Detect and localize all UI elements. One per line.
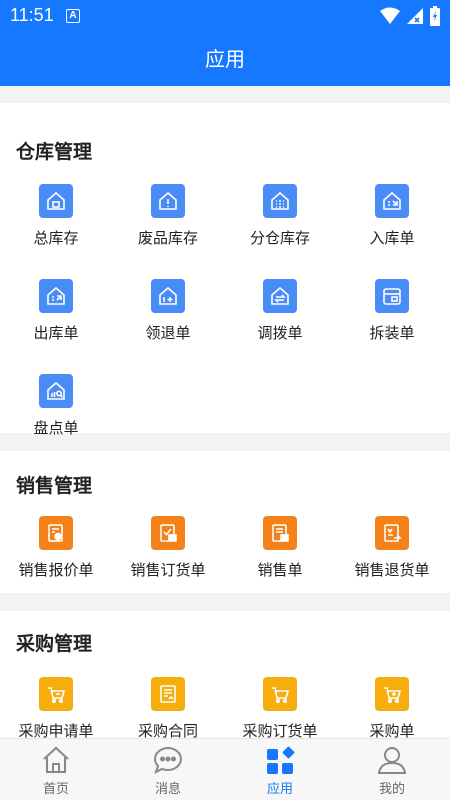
apps-icon: [267, 746, 295, 774]
tab-message[interactable]: 消息: [112, 739, 224, 800]
status-time: 11:51: [10, 5, 54, 25]
grid-item-label: 盘点单: [33, 419, 79, 437]
requisition-return-icon: [151, 279, 185, 313]
warehouse-section: 仓库管理 总库存 废品库存 分仓库存 入库单 出库单 领退单 调拨单 拆装单 盘…: [0, 103, 450, 437]
grid-item-stock-out[interactable]: 出库单: [0, 279, 112, 343]
grid-item-sales-return[interactable]: 销售退货单: [336, 516, 448, 580]
scrap-inventory-icon: [151, 184, 185, 218]
assembly-icon: [375, 279, 409, 313]
grid-item-assembly[interactable]: 拆装单: [336, 279, 448, 343]
bottom-tab-bar: 首页 消息 应用 我的: [0, 738, 450, 800]
signal-icon: [407, 8, 423, 24]
grid-item-label: 销售报价单: [18, 561, 94, 579]
purchase-request-icon: [39, 677, 73, 711]
home-icon: [43, 746, 69, 773]
wifi-icon: [380, 7, 400, 24]
purchase-order-icon: [263, 677, 297, 711]
grid-item-label: 采购单: [369, 722, 415, 738]
transfer-icon: [263, 279, 297, 313]
grid-item-label: 采购订货单: [242, 722, 318, 738]
tab-label: 消息: [154, 782, 181, 797]
tab-profile[interactable]: 我的: [336, 739, 448, 800]
sales-quote-icon: [39, 516, 73, 550]
grid-item-sales-slip[interactable]: 销售单: [224, 516, 336, 580]
purchase-contract-icon: [151, 677, 185, 711]
sales-section-title: 销售管理: [16, 475, 93, 497]
grid-item-label: 总库存: [33, 229, 79, 247]
total-inventory-icon: [39, 184, 73, 218]
grid-item-label: 出库单: [33, 324, 79, 342]
grid-item-sales-quote[interactable]: 销售报价单: [0, 516, 112, 580]
app-bar: 应用: [0, 34, 450, 86]
tab-label: 首页: [42, 782, 69, 797]
battery-icon: [430, 6, 440, 26]
tab-label: 应用: [266, 782, 293, 797]
grid-item-stock-in[interactable]: 入库单: [336, 184, 448, 248]
sales-slip-icon: [263, 516, 297, 550]
sales-section: 销售管理 销售报价单 销售订货单 销售单 销售退货单: [0, 451, 450, 593]
grid-item-branch-inventory[interactable]: 分仓库存: [224, 184, 336, 248]
grid-item-label: 销售订货单: [130, 561, 206, 579]
grid-item-stocktake[interactable]: 盘点单: [0, 374, 112, 438]
grid-item-requisition-return[interactable]: 领退单: [112, 279, 224, 343]
notification-a-icon: A: [66, 9, 80, 23]
grid-item-label: 销售单: [257, 561, 303, 579]
grid-item-total-inventory[interactable]: 总库存: [0, 184, 112, 248]
grid-item-label: 调拨单: [257, 324, 303, 342]
grid-item-purchase-slip[interactable]: 采购单: [336, 677, 448, 738]
app-list[interactable]: 仓库管理 总库存 废品库存 分仓库存 入库单 出库单 领退单 调拨单 拆装单 盘…: [0, 86, 450, 738]
grid-item-label: 入库单: [369, 229, 415, 247]
grid-item-transfer[interactable]: 调拨单: [224, 279, 336, 343]
grid-item-label: 销售退货单: [354, 561, 430, 579]
purchase-section-title: 采购管理: [16, 633, 93, 655]
status-bar: 11:51 A: [0, 0, 450, 34]
sales-order-icon: [151, 516, 185, 550]
stocktake-icon: [39, 374, 73, 408]
sales-return-icon: [375, 516, 409, 550]
grid-item-scrap-inventory[interactable]: 废品库存: [112, 184, 224, 248]
page-title: 应用: [205, 47, 245, 71]
grid-item-sales-order[interactable]: 销售订货单: [112, 516, 224, 580]
grid-item-label: 采购合同: [137, 722, 198, 738]
grid-item-label: 领退单: [145, 324, 191, 342]
stock-in-icon: [375, 184, 409, 218]
grid-item-purchase-contract[interactable]: 采购合同: [112, 677, 224, 738]
grid-item-purchase-order[interactable]: 采购订货单: [224, 677, 336, 738]
purchase-section: 采购管理 采购申请单 采购合同 采购订货单 采购单: [0, 611, 450, 738]
message-icon: [153, 746, 183, 774]
grid-item-label: 拆装单: [369, 324, 415, 342]
tab-label: 我的: [378, 782, 405, 797]
grid-item-purchase-request[interactable]: 采购申请单: [0, 677, 112, 738]
warehouse-section-title: 仓库管理: [16, 141, 93, 163]
tab-home[interactable]: 首页: [0, 739, 112, 800]
status-indicators: [380, 6, 440, 26]
grid-item-label: 废品库存: [137, 229, 198, 247]
profile-icon: [377, 747, 407, 774]
branch-inventory-icon: [263, 184, 297, 218]
purchase-slip-icon: [375, 677, 409, 711]
grid-item-label: 采购申请单: [18, 722, 94, 738]
stock-out-icon: [39, 279, 73, 313]
grid-item-label: 分仓库存: [249, 229, 310, 247]
tab-apps[interactable]: 应用: [224, 739, 336, 800]
